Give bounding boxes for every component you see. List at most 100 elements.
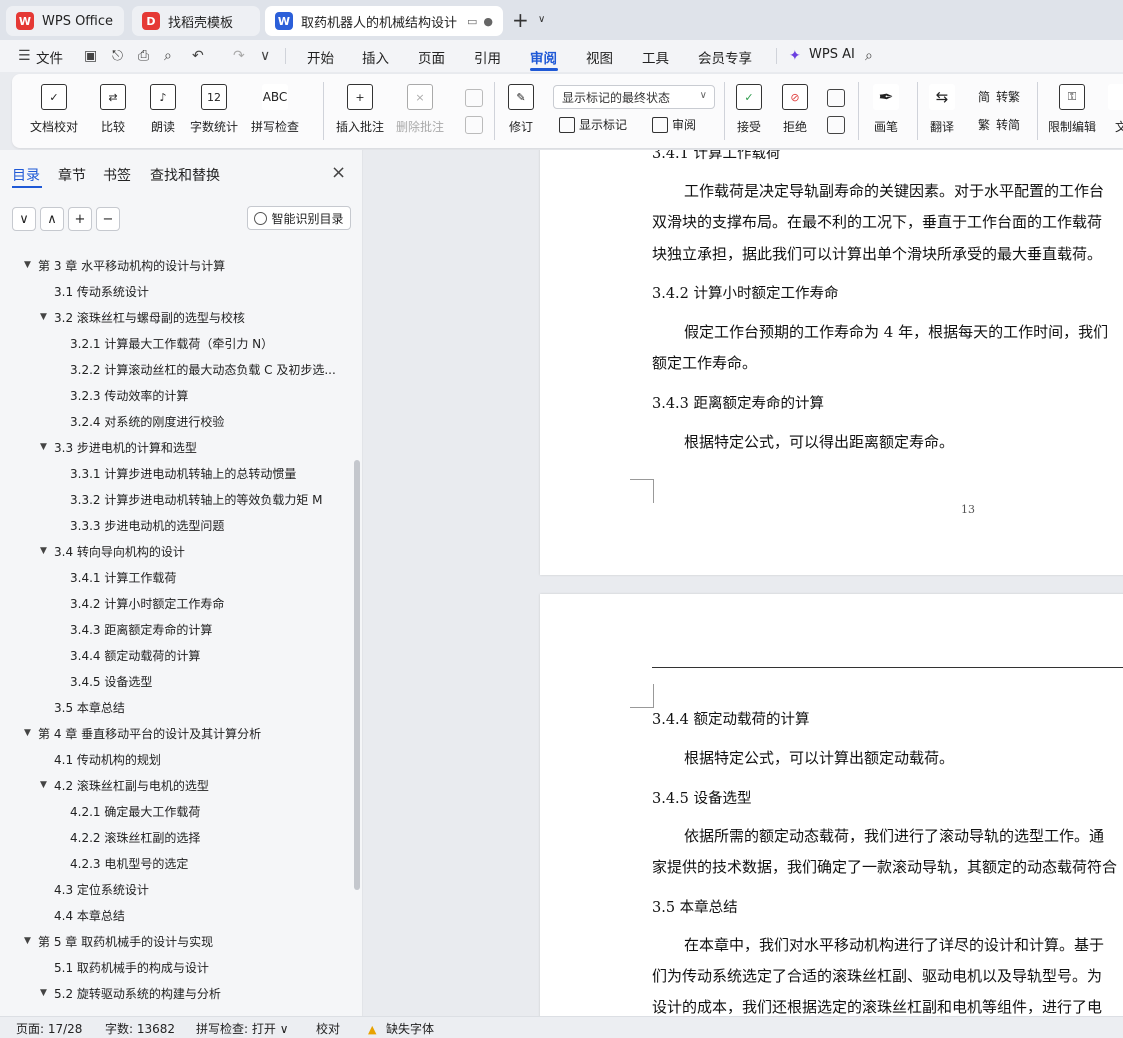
word-count-button[interactable]: 12 字数统计 <box>190 84 238 135</box>
unsaved-dot-icon[interactable]: ● <box>483 15 493 28</box>
previous-change-icon[interactable] <box>827 89 845 107</box>
toc-item[interactable]: ▼ 第 5 章 取药机械手的设计与实现 <box>24 928 213 954</box>
toc-item[interactable]: 4.2.1 确定最大工作载荷 <box>70 798 200 824</box>
more-ribbon-button[interactable]: 文 <box>1108 84 1123 135</box>
toc-item[interactable]: 3.4.3 距离额定寿命的计算 <box>70 616 212 642</box>
expand-icon[interactable]: ∨ <box>12 207 36 231</box>
toc-scrollbar[interactable] <box>354 460 360 890</box>
toc-item[interactable]: ▼ 3.4 转向导向机构的设计 <box>40 538 185 564</box>
expand-arrow-icon[interactable]: ▼ <box>24 260 38 270</box>
proofread-status[interactable]: 校对 <box>316 1020 340 1037</box>
nav-tab-bookmarks[interactable]: 书签 <box>103 165 131 185</box>
toc-item[interactable]: 3.1 传动系统设计 <box>54 278 149 304</box>
print-icon[interactable]: ⎙ <box>138 48 149 64</box>
toc-item[interactable]: 3.4.5 设备选型 <box>70 668 152 694</box>
previous-comment-icon[interactable] <box>465 89 483 107</box>
toc-item[interactable]: ▼ 5.2 旋转驱动系统的构建与分析 <box>40 980 221 1006</box>
missing-font-status[interactable]: ▲ 缺失字体 <box>368 1020 434 1037</box>
review-pane-button[interactable]: 审阅 <box>652 116 696 133</box>
toc-item[interactable]: 3.2.4 对系统的刚度进行校验 <box>70 408 224 434</box>
delete-comment-button[interactable]: × 删除批注 <box>396 84 444 135</box>
toc-item[interactable]: ▼ 3.3 步进电机的计算和选型 <box>40 434 197 460</box>
restrict-edit-button[interactable]: ⚿ 限制编辑 <box>1048 84 1096 135</box>
window-icon[interactable]: ▭ <box>467 15 477 28</box>
toc-item[interactable]: 4.2.2 滚珠丝杠副的选择 <box>70 824 200 850</box>
menu-insert[interactable]: 插入 <box>362 47 389 67</box>
toc-item[interactable]: 5.1 取药机械手的构成与设计 <box>54 954 209 980</box>
nav-tab-toc[interactable]: 目录 <box>12 165 40 185</box>
expand-arrow-icon[interactable]: ▼ <box>40 546 54 556</box>
show-markup-button[interactable]: 显示标记 <box>559 116 627 133</box>
reject-button[interactable]: ⊘ 拒绝 <box>782 84 808 135</box>
read-aloud-button[interactable]: ♪ 朗读 <box>150 84 176 135</box>
toc-item[interactable]: 3.3.3 步进电动机的选型问题 <box>70 512 224 538</box>
toc-item[interactable]: 3.2.3 传动效率的计算 <box>70 382 188 408</box>
toc-item[interactable]: 3.5 本章总结 <box>54 694 125 720</box>
toc-item[interactable]: 4.2.3 电机型号的选定 <box>70 850 188 876</box>
expand-arrow-icon[interactable]: ▼ <box>24 728 38 738</box>
nav-tab-find-replace[interactable]: 查找和替换 <box>150 165 220 185</box>
next-comment-icon[interactable] <box>465 116 483 134</box>
expand-arrow-icon[interactable]: ▼ <box>24 936 38 946</box>
toc-item[interactable]: 3.4.1 计算工作载荷 <box>70 564 176 590</box>
translate-button[interactable]: ⇆ 翻译 <box>929 84 955 135</box>
to-traditional-button[interactable]: 简 转繁 <box>976 88 1020 105</box>
toc-item[interactable]: 3.3.1 计算步进电动机转轴上的总转动惯量 <box>70 460 296 486</box>
toc-item[interactable]: ▼ 第 4 章 垂直移动平台的设计及其计算分析 <box>24 720 261 746</box>
spell-check-status[interactable]: 拼写检查: 打开 ∨ <box>196 1020 288 1037</box>
menu-review[interactable]: 审阅 <box>530 47 557 67</box>
close-icon[interactable]: × <box>331 162 346 183</box>
next-change-icon[interactable] <box>827 116 845 134</box>
compare-button[interactable]: ⇄ 比较 <box>100 84 126 135</box>
toc-item[interactable]: ▼ 4.2 滚珠丝杠副与电机的选型 <box>40 772 209 798</box>
menu-page[interactable]: 页面 <box>418 47 445 67</box>
to-simplified-button[interactable]: 繁 转简 <box>976 116 1020 133</box>
menu-membership[interactable]: 会员专享 <box>698 47 752 67</box>
search-icon[interactable]: ⌕ <box>865 48 873 64</box>
toc-item[interactable]: 3.3.2 计算步进电动机转轴上的等效负载力矩 M <box>70 486 323 512</box>
insert-comment-button[interactable]: + 插入批注 <box>336 84 384 135</box>
redo-icon[interactable]: ↷ <box>233 48 245 64</box>
doc-check-button[interactable]: ✓ 文档校对 <box>30 84 78 135</box>
toc-item[interactable]: 4.3 定位系统设计 <box>54 876 149 902</box>
menu-file[interactable]: 文件 <box>36 47 63 67</box>
pen-button[interactable]: ✒ 画笔 <box>873 84 899 135</box>
expand-arrow-icon[interactable]: ▼ <box>40 442 54 452</box>
menu-view[interactable]: 视图 <box>586 47 613 67</box>
toc-item[interactable]: 4.4 本章总结 <box>54 902 125 928</box>
remove-heading-icon[interactable]: − <box>96 207 120 231</box>
toc-item[interactable]: ▼ 3.2 滚珠丝杠与螺母副的选型与校核 <box>40 304 245 330</box>
spell-check-button[interactable]: ABC 拼写检查 <box>251 84 299 135</box>
toc-item[interactable]: 3.4.4 额定动载荷的计算 <box>70 642 200 668</box>
markup-state-select[interactable]: 显示标记的最终状态 ∨ <box>553 85 715 109</box>
track-changes-button[interactable]: ✎ 修订 <box>508 84 534 135</box>
word-count-indicator[interactable]: 字数: 13682 <box>105 1020 175 1037</box>
new-tab-plus-icon[interactable]: + <box>512 8 529 32</box>
save-icon[interactable]: ▣ <box>84 48 97 64</box>
chevron-down-icon[interactable]: ∨ <box>260 48 270 64</box>
wps-ai-icon[interactable]: ✦ <box>789 48 801 64</box>
collapse-icon[interactable]: ∧ <box>40 207 64 231</box>
tab-current-document[interactable]: W 取药机器人的机械结构设计 说 ▭ ● <box>265 6 503 36</box>
page-indicator[interactable]: 页面: 17/28 <box>16 1020 82 1037</box>
expand-arrow-icon[interactable]: ▼ <box>40 780 54 790</box>
toc-item[interactable]: 3.2.1 计算最大工作载荷（牵引力 N） <box>70 330 273 356</box>
toc-item[interactable]: ▼ 第 3 章 水平移动机构的设计与计算 <box>24 252 225 278</box>
add-heading-icon[interactable]: + <box>68 207 92 231</box>
nav-tab-chapters[interactable]: 章节 <box>58 165 86 185</box>
expand-arrow-icon[interactable]: ▼ <box>40 312 54 322</box>
smart-toc-button[interactable]: 智能识别目录 <box>247 206 351 230</box>
expand-arrow-icon[interactable]: ▼ <box>40 988 54 998</box>
share-icon[interactable]: ⎋ <box>112 48 123 64</box>
menu-home[interactable]: 开始 <box>307 47 334 67</box>
tab-wps-office[interactable]: W WPS Office <box>6 6 124 36</box>
accept-button[interactable]: ✓ 接受 <box>736 84 762 135</box>
chevron-down-icon[interactable]: ∨ <box>538 14 545 25</box>
menu-tools[interactable]: 工具 <box>642 47 669 67</box>
tab-docer-templates[interactable]: D 找稻壳模板 <box>132 6 260 36</box>
undo-icon[interactable]: ↶ <box>192 48 204 64</box>
toc-item[interactable]: 3.4.2 计算小时额定工作寿命 <box>70 590 224 616</box>
toc-item[interactable]: 3.2.2 计算滚动丝杠的最大动态负载 C 及初步选... <box>70 356 336 382</box>
toc-item[interactable]: 4.1 传动机构的规划 <box>54 746 161 772</box>
menu-wps-ai[interactable]: WPS AI <box>809 47 855 62</box>
